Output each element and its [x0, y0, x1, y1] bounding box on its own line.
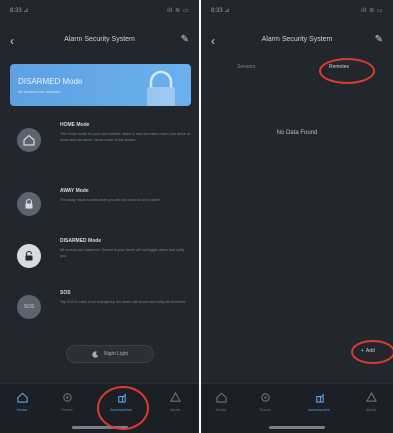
mode-description: The Away mode is used when you are out a… [60, 198, 161, 202]
empty-state-message: No Data Found [276, 130, 318, 136]
night-light-button[interactable]: Night Light [66, 345, 154, 363]
tab-label: Home [16, 407, 28, 412]
status-bar: 8:33 ⊿ ıll ≋ ▭ [0, 0, 199, 20]
status-bar: 8:33 ⊿ ıll ≋ ▭ [201, 0, 393, 20]
mode-text-home: HOME Mode The Home mode for your own com… [60, 122, 190, 143]
current-mode-name: DISARMED Mode [18, 77, 83, 86]
scene-icon [260, 393, 270, 402]
scene-icon [62, 393, 72, 402]
lock-icon [17, 192, 41, 216]
tab-accessories[interactable]: Accessories [101, 392, 141, 412]
edit-icon[interactable]: ✎ [181, 34, 189, 45]
tab-home[interactable]: Home [2, 392, 42, 412]
tab-label: Accessories [110, 407, 132, 412]
tab-accessories[interactable]: Accessories [299, 392, 339, 412]
status-time: 8:33 ⊿ [10, 8, 29, 14]
mode-description: Tap SOS in case of an emergency, the ala… [60, 300, 187, 304]
add-label: Add [365, 348, 375, 354]
current-mode-card: DISARMED Mode All sensors are disabled [10, 64, 191, 106]
home-icon [16, 392, 28, 403]
mode-text-sos: SOS Tap SOS in case of an emergency, the… [60, 290, 190, 305]
mode-text-away: AWAY Mode The Away mode is used when you… [60, 188, 190, 203]
mode-title: AWAY Mode [60, 188, 89, 194]
current-mode-description: All sensors are disabled [18, 89, 61, 94]
bottom-tab-bar: Home Scene Accessories Alerts [0, 383, 199, 433]
status-time: 8:33 ⊿ [211, 8, 230, 14]
mode-title: DISARMED Mode [60, 238, 102, 244]
tab-label: Alerts [169, 407, 181, 412]
security-screen-left: 8:33 ⊿ ıll ≋ ▭ ‹ Alarm Security System ✎… [0, 0, 199, 433]
mode-description: The Home mode for your own comfort, alar… [60, 132, 190, 142]
tab-label: Scene [259, 407, 271, 412]
home-indicator [269, 426, 325, 429]
add-button[interactable]: + Add [361, 344, 391, 358]
lock-illustration-icon [147, 70, 175, 106]
tab-alerts[interactable]: Alerts [155, 392, 195, 412]
tab-scene[interactable]: Scene [245, 392, 285, 412]
mode-title: HOME Mode [60, 122, 90, 128]
accessories-icon [315, 393, 324, 403]
tab-alerts[interactable]: Alerts [351, 392, 391, 412]
mode-description: All sensors are disarmed. Sensor in your… [60, 248, 185, 258]
subtab-remotes[interactable]: Remotes [329, 64, 349, 70]
status-indicators: ıll ≋ ▭ [167, 8, 189, 14]
page-title: Alarm Security System [64, 36, 135, 43]
mode-title: SOS [60, 290, 71, 296]
edit-icon[interactable]: ✎ [375, 34, 383, 45]
home-indicator [71, 426, 128, 429]
tab-home[interactable]: Home [201, 392, 241, 412]
nav-bar: ‹ Alarm Security System ✎ [0, 32, 199, 50]
tab-label: Home [215, 407, 227, 412]
tab-label: Alerts [365, 407, 377, 412]
alerts-icon [365, 392, 377, 402]
security-screen-right: 8:33 ⊿ ıll ≋ ▭ ‹ Alarm Security System ✎… [201, 0, 393, 433]
alerts-icon [169, 392, 181, 402]
tab-scene[interactable]: Scene [47, 392, 87, 412]
bottom-tab-bar: Home Scene Accessories Alerts [201, 383, 393, 433]
plus-icon: + [361, 348, 364, 354]
unlock-icon [17, 244, 41, 268]
home-icon [17, 128, 41, 152]
moon-icon [92, 350, 99, 358]
night-light-label: Night Light [104, 351, 128, 357]
accessories-icon [117, 393, 126, 403]
mode-text-disarmed: DISARMED Mode All sensors are disarmed. … [60, 238, 190, 259]
status-indicators: ıll ≋ ▭ [361, 8, 383, 14]
tab-label: Accessories [308, 407, 330, 412]
nav-bar: ‹ Alarm Security System ✎ [201, 32, 393, 50]
tab-label: Scene [61, 407, 73, 412]
page-title: Alarm Security System [261, 36, 333, 43]
sos-icon: SOS [17, 295, 41, 319]
subtab-sensors[interactable]: Sensors [237, 64, 255, 70]
subtab-bar: Sensors Remotes [201, 60, 393, 78]
home-icon [215, 392, 227, 403]
